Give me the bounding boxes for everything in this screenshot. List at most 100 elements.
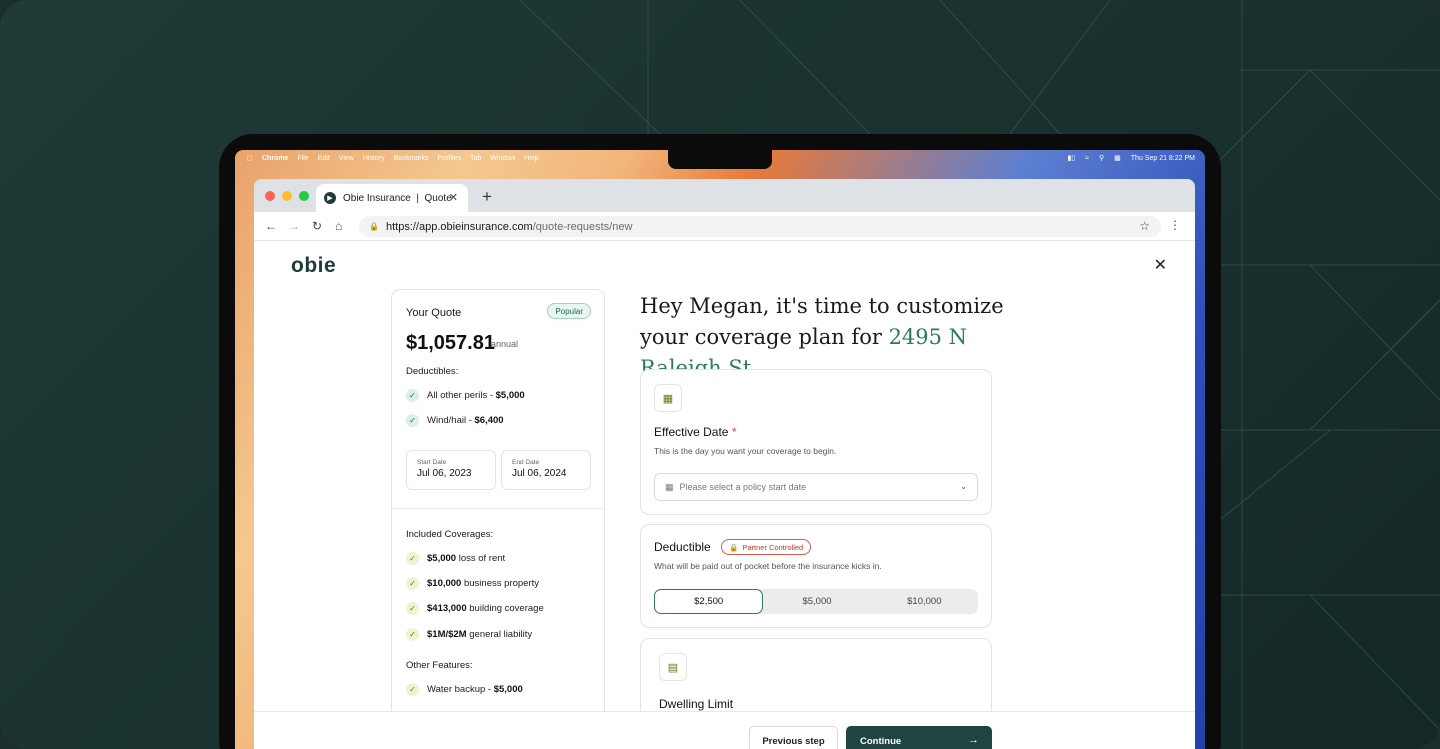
- policy-start-date-select[interactable]: ▦ Please select a policy start date ⌄: [654, 473, 978, 501]
- lock-icon[interactable]: 🔒: [369, 222, 379, 231]
- obie-logo[interactable]: obie: [291, 254, 336, 278]
- deductible-option-5000[interactable]: $5,000: [763, 589, 870, 614]
- minimize-window-button[interactable]: [282, 191, 292, 201]
- deductible-label: All other perils -: [427, 390, 496, 401]
- coverage-label: general liability: [466, 629, 533, 640]
- footer-bar: Previous step Continue →: [254, 711, 1195, 749]
- features-label: Other Features:: [406, 660, 473, 671]
- menu-history[interactable]: History: [363, 155, 385, 162]
- url-host: https://app.obieinsurance.com: [385, 220, 533, 233]
- address-bar[interactable]: 🔒 https://app.obieinsurance.com/quote-re…: [359, 216, 1161, 237]
- start-date-value: Jul 06, 2023: [417, 468, 472, 479]
- menu-edit[interactable]: Edit: [318, 155, 330, 162]
- chevron-down-icon: ⌄: [960, 482, 967, 491]
- quote-page: obie ✕ Your Quote Popular $1,057.81 annu…: [254, 241, 1195, 749]
- address-toolbar: ← → ↻ ⌂ 🔒 https://app.obieinsurance.com /…: [254, 212, 1195, 241]
- coverages-label: Included Coverages:: [406, 529, 494, 540]
- continue-label: Continue: [860, 735, 902, 747]
- quote-price: $1,057.81: [406, 332, 495, 354]
- menubar-clock[interactable]: Thu Sep 21 8:22 PM: [1131, 155, 1195, 162]
- new-tab-icon[interactable]: +: [482, 187, 492, 207]
- browser-tab[interactable]: ▶ Obie Insurance | Quote ✕: [316, 184, 468, 212]
- effective-date-label: Effective Date: [654, 425, 729, 439]
- home-icon[interactable]: ⌂: [335, 219, 342, 233]
- deductible-option-2500[interactable]: $2,500: [654, 589, 764, 614]
- dwelling-limit-title: Dwelling Limit: [659, 697, 734, 711]
- effective-date-subtitle: This is the day you want your coverage t…: [654, 446, 837, 456]
- quote-title: Your Quote: [406, 307, 462, 319]
- menu-view[interactable]: View: [339, 155, 354, 162]
- close-window-button[interactable]: [265, 191, 275, 201]
- tab-strip: ▶ Obie Insurance | Quote ✕ +: [254, 179, 1195, 212]
- maximize-window-button[interactable]: [299, 191, 309, 201]
- menu-window[interactable]: Window: [490, 155, 515, 162]
- reload-icon[interactable]: ↻: [312, 219, 322, 233]
- menu-bookmarks[interactable]: Bookmarks: [394, 155, 429, 162]
- menu-file[interactable]: File: [297, 155, 308, 162]
- check-icon: ✓: [406, 683, 419, 696]
- check-icon: ✓: [406, 552, 419, 565]
- deductible-item: ✓ All other perils - $5,000: [406, 389, 525, 402]
- date-select-placeholder: Please select a policy start date: [679, 482, 807, 492]
- coverage-value: $5,000: [427, 553, 457, 564]
- deductibles-label: Deductibles:: [406, 366, 459, 377]
- coverage-item: ✓ $10,000 business property: [406, 577, 539, 590]
- control-center-icon[interactable]: ▦: [1114, 154, 1121, 162]
- back-icon[interactable]: ←: [265, 219, 277, 233]
- check-icon: ✓: [406, 628, 419, 641]
- coverage-label: business property: [461, 578, 539, 589]
- mac-menubar:  Chrome File Edit View History Bookmark…: [235, 150, 1205, 166]
- close-icon[interactable]: ✕: [1154, 255, 1167, 275]
- bookmark-star-icon[interactable]: ☆: [1139, 219, 1150, 233]
- spotlight-icon[interactable]: ⚲: [1099, 154, 1104, 162]
- quote-summary-card: Your Quote Popular $1,057.81 annual Dedu…: [391, 289, 605, 749]
- wifi-icon[interactable]: ≈: [1085, 155, 1089, 162]
- check-icon: ✓: [406, 577, 419, 590]
- check-icon: ✓: [406, 602, 419, 615]
- effective-date-title: Effective Date *: [654, 425, 737, 439]
- deductible-value: $6,400: [474, 415, 504, 426]
- partner-controlled-badge: 🔒 Partner Controlled: [721, 539, 812, 555]
- coverage-value: $413,000: [427, 603, 467, 614]
- continue-button[interactable]: Continue →: [846, 726, 992, 749]
- deductible-subtitle: What will be paid out of pocket before t…: [654, 561, 882, 571]
- coverage-value: $1M/$2M: [427, 629, 467, 640]
- coverage-label: building coverage: [466, 603, 544, 614]
- window-controls: [265, 191, 309, 201]
- deductible-option-10000[interactable]: $10,000: [871, 589, 978, 614]
- price-unit: annual: [491, 339, 519, 349]
- end-date-label: End Date: [512, 459, 540, 466]
- menu-profiles[interactable]: Profiles: [438, 155, 461, 162]
- url-path: /quote-requests/new: [532, 220, 633, 233]
- coverage-item: ✓ $413,000 building coverage: [406, 602, 544, 615]
- forward-icon[interactable]: →: [288, 219, 300, 233]
- required-mark: *: [731, 425, 737, 439]
- menu-chrome[interactable]: Chrome: [262, 155, 288, 162]
- deductible-title: Deductible: [654, 540, 711, 554]
- apple-icon[interactable]: : [247, 154, 253, 163]
- menu-tab[interactable]: Tab: [470, 155, 481, 162]
- coverage-value: $10,000: [427, 578, 462, 589]
- partner-badge-text: Partner Controlled: [742, 542, 804, 552]
- check-icon: ✓: [406, 414, 419, 427]
- deductible-item: ✓ Wind/hail - $6,400: [406, 414, 504, 427]
- feature-value: $5,000: [493, 684, 523, 695]
- check-icon: ✓: [406, 389, 419, 402]
- browser-window: ▶ Obie Insurance | Quote ✕ + ← → ↻ ⌂ 🔒 h…: [254, 179, 1195, 749]
- arrow-right-icon: →: [968, 734, 979, 746]
- start-date-box: Start Date Jul 06, 2023: [406, 450, 496, 490]
- tab-title: Obie Insurance | Quote: [343, 192, 452, 204]
- start-date-label: Start Date: [417, 459, 447, 466]
- feature-label: Water backup -: [427, 684, 494, 695]
- deductible-card: Deductible 🔒 Partner Controlled What will…: [640, 524, 992, 628]
- lock-badge-icon: 🔒: [729, 542, 739, 552]
- previous-step-button[interactable]: Previous step: [749, 726, 838, 749]
- popular-badge: Popular: [547, 303, 591, 319]
- calendar-small-icon: ▦: [665, 481, 674, 492]
- chrome-menu-icon[interactable]: ⋮: [1169, 218, 1181, 232]
- menu-help[interactable]: Help: [524, 155, 538, 162]
- tab-close-icon[interactable]: ✕: [449, 191, 458, 204]
- battery-icon[interactable]: ▮▯: [1067, 154, 1075, 162]
- calendar-icon: ▦: [654, 384, 682, 412]
- effective-date-card: ▦ Effective Date * This is the day you w…: [640, 369, 992, 515]
